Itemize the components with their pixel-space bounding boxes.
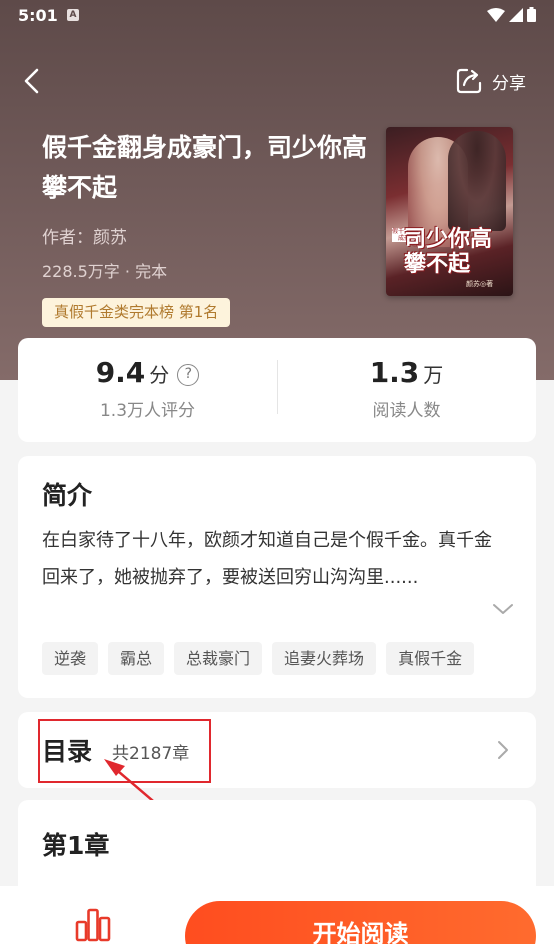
rating-value: 9.4 — [95, 356, 146, 389]
rating-stat[interactable]: 9.4 分 ? 1.3万人评分 — [18, 338, 277, 442]
signal-icon — [509, 7, 523, 22]
chapter-preview-card[interactable]: 第1章 — [18, 800, 536, 900]
rating-unit: 分 — [149, 363, 170, 387]
chevron-down-icon[interactable] — [492, 602, 514, 616]
status-time: 5:01 — [18, 6, 58, 25]
book-author: 作者：颜苏 — [42, 228, 127, 248]
intro-text[interactable]: 在白家待了十八年，欧颜才知道自己是个假千金。真千金回来了，她被抛弃了，要被送回穷… — [42, 522, 504, 596]
tag-item[interactable]: 总裁豪门 — [174, 642, 263, 675]
status-bar: 5:01 A — [0, 0, 554, 32]
annotation-highlight-box — [38, 719, 211, 783]
book-word-count: 228.5万字 · 完本 — [42, 262, 168, 281]
tag-list: 逆袭 霸总 总裁豪门 追妻火葬场 真假千金 — [42, 642, 475, 675]
share-icon — [456, 68, 482, 94]
book-title: 假千金翻身成豪门，司少你高攀不起 — [42, 133, 368, 202]
readers-stat: 1.3 万 阅读人数 — [277, 338, 536, 442]
intro-heading: 简介 — [42, 481, 93, 510]
back-icon[interactable] — [16, 64, 50, 98]
notification-icon: A — [67, 9, 79, 21]
intro-card: 简介 在白家待了十八年，欧颜才知道自己是个假千金。真千金回来了，她被抛弃了，要被… — [18, 456, 536, 698]
help-icon[interactable]: ? — [177, 363, 200, 386]
book-cover[interactable]: 假千金翻身成豪门 司少你高攀不起 颜苏◎著 — [386, 127, 513, 296]
cover-author: 颜苏◎著 — [466, 280, 494, 288]
start-reading-button[interactable]: 开始阅读 — [185, 901, 536, 944]
tag-item[interactable]: 霸总 — [108, 642, 165, 675]
share-label: 分享 — [492, 73, 526, 94]
cover-title: 司少你高攀不起 — [404, 226, 493, 277]
cover-figure-man — [448, 131, 506, 231]
tag-item[interactable]: 真假千金 — [386, 642, 475, 675]
readers-value: 1.3 — [369, 356, 420, 389]
status-icons — [487, 7, 536, 22]
readers-unit: 万 — [423, 363, 444, 387]
ranking-badge[interactable]: 真假千金类完本榜 第1名 — [42, 298, 231, 327]
battery-icon — [527, 7, 536, 22]
tag-item[interactable]: 追妻火葬场 — [272, 642, 377, 675]
rating-label: 1.3万人评分 — [99, 401, 196, 421]
share-button[interactable]: 分享 — [454, 64, 526, 98]
wifi-icon — [487, 7, 505, 22]
ranking-chart-icon[interactable] — [74, 906, 112, 942]
tag-item[interactable]: 逆袭 — [42, 642, 99, 675]
chevron-right-icon — [498, 741, 508, 759]
stats-card: 9.4 分 ? 1.3万人评分 1.3 万 阅读人数 — [18, 338, 536, 442]
chapter-title: 第1章 — [42, 831, 110, 860]
readers-label: 阅读人数 — [372, 401, 441, 421]
